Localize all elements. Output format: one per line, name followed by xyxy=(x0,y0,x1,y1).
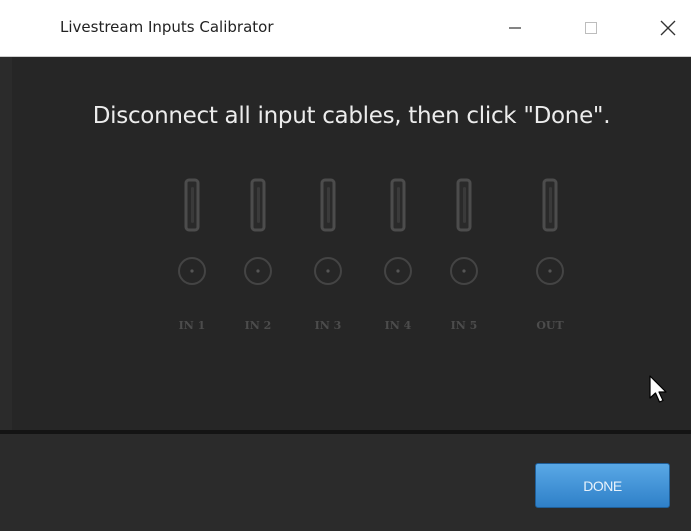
connector-slot-icon xyxy=(542,178,558,232)
port-5: IN 5 xyxy=(444,175,484,345)
bnc-connector-icon xyxy=(178,257,206,285)
port-label: IN 1 xyxy=(178,319,206,332)
port-label: IN 2 xyxy=(244,319,272,332)
minimize-icon xyxy=(509,27,521,29)
connector-slot-icon xyxy=(320,178,336,232)
port-diagram: IN 1 IN 2 IN 3 IN 4 IN 5 OUT xyxy=(12,57,691,430)
maximize-button[interactable] xyxy=(568,0,614,56)
port-label: IN 5 xyxy=(450,319,478,332)
port-label: IN 4 xyxy=(384,319,412,332)
bnc-connector-icon xyxy=(450,257,478,285)
connector-slot-icon xyxy=(250,178,266,232)
close-icon xyxy=(660,20,676,36)
bnc-connector-icon xyxy=(244,257,272,285)
window-title: Livestream Inputs Calibrator xyxy=(60,18,274,36)
done-button[interactable]: DONE xyxy=(535,463,670,508)
calibrator-panel: Disconnect all input cables, then click … xyxy=(12,57,691,430)
bnc-connector-icon xyxy=(536,257,564,285)
port-label: OUT xyxy=(536,319,564,332)
port-3: IN 3 xyxy=(308,175,348,345)
title-bar: Livestream Inputs Calibrator xyxy=(0,0,691,57)
bnc-connector-icon xyxy=(314,257,342,285)
connector-slot-icon xyxy=(184,178,200,232)
port-6: OUT xyxy=(530,175,570,345)
mouse-pointer-icon xyxy=(649,375,667,403)
port-4: IN 4 xyxy=(378,175,418,345)
connector-slot-icon xyxy=(456,178,472,232)
close-button[interactable] xyxy=(645,0,691,56)
port-label: IN 3 xyxy=(314,319,342,332)
minimize-button[interactable] xyxy=(492,0,538,56)
port-1: IN 1 xyxy=(172,175,212,345)
port-2: IN 2 xyxy=(238,175,278,345)
footer-bar: DONE xyxy=(0,434,691,531)
bnc-connector-icon xyxy=(384,257,412,285)
connector-slot-icon xyxy=(390,178,406,232)
maximize-icon xyxy=(585,22,597,34)
